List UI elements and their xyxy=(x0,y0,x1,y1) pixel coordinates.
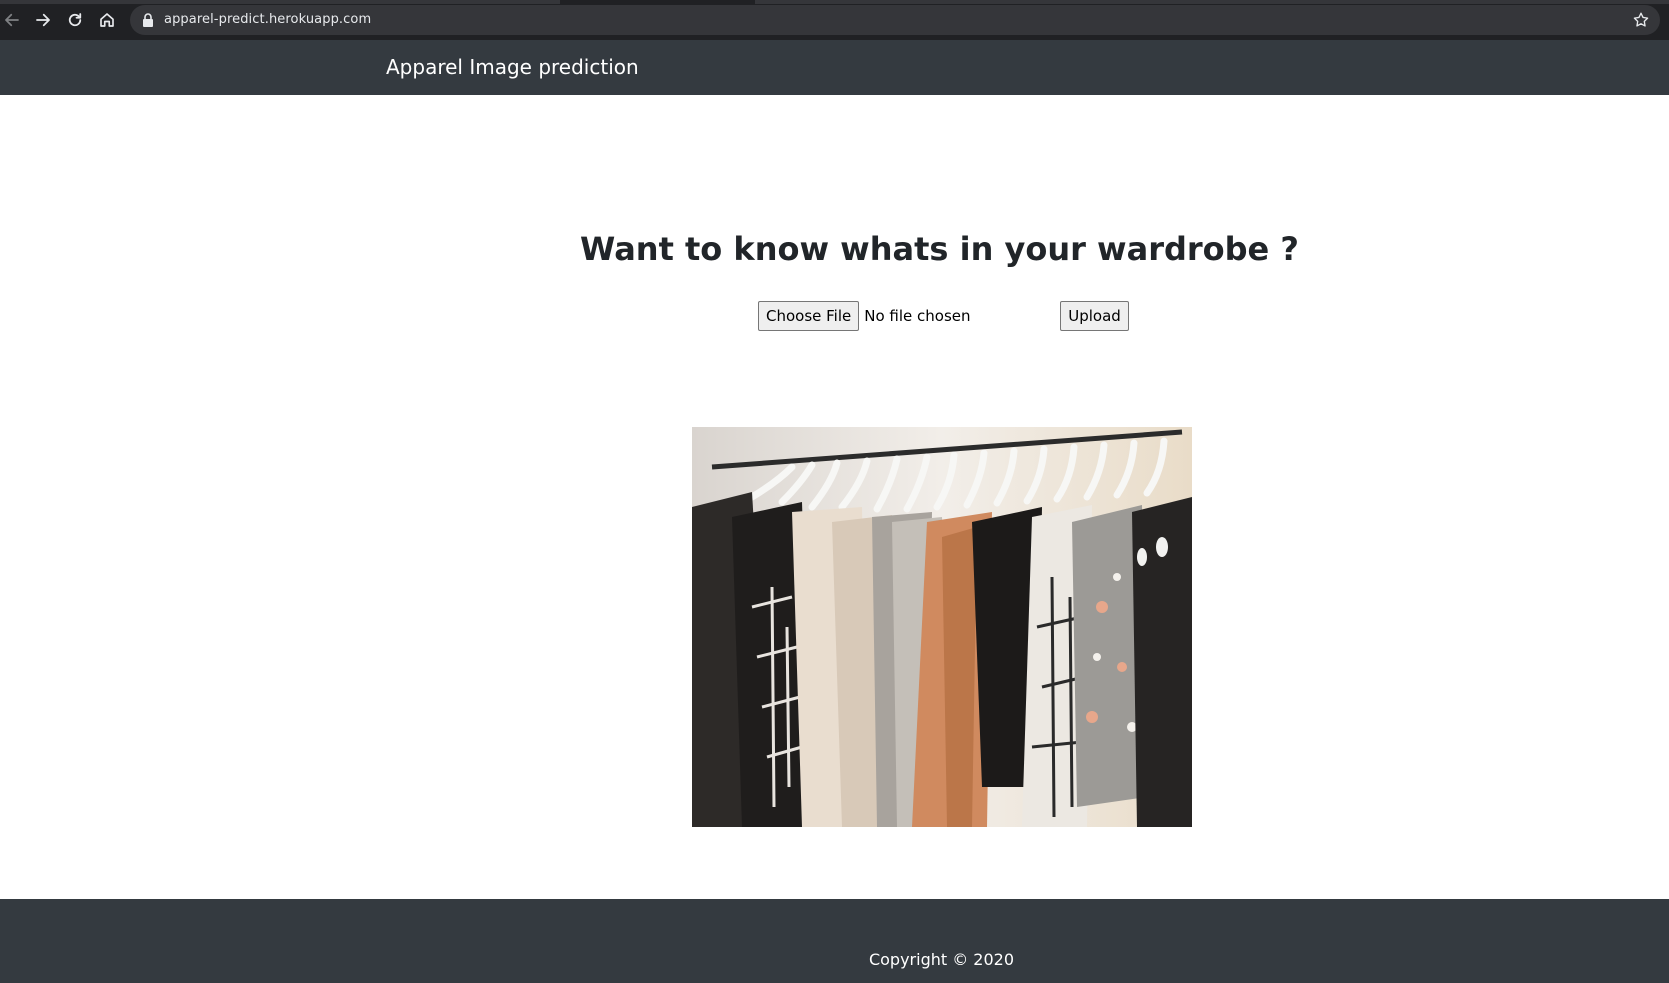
copyright-text: Copyright © 2020 xyxy=(868,950,1015,969)
site-footer: Copyright © 2020 xyxy=(0,899,1669,983)
upload-form: Choose File No file chosen Upload xyxy=(758,301,1129,331)
back-arrow-icon[interactable] xyxy=(1,9,23,31)
reload-icon[interactable] xyxy=(64,9,86,31)
home-icon[interactable] xyxy=(96,9,118,31)
clothes-rack-illustration xyxy=(692,427,1192,827)
file-status-text: No file chosen xyxy=(864,307,971,325)
address-bar[interactable]: apparel-predict.herokuapp.com xyxy=(130,5,1660,35)
choose-file-button[interactable]: Choose File xyxy=(758,301,860,331)
url-text[interactable]: apparel-predict.herokuapp.com xyxy=(164,12,371,27)
star-icon[interactable] xyxy=(1632,11,1650,29)
forward-arrow-icon[interactable] xyxy=(32,9,54,31)
navbar-brand[interactable]: Apparel Image prediction xyxy=(386,55,639,79)
tab-strip xyxy=(0,0,1669,4)
lock-icon xyxy=(143,13,153,27)
wardrobe-photo xyxy=(692,427,1192,827)
browser-toolbar: apparel-predict.herokuapp.com xyxy=(0,0,1669,40)
site-navbar: Apparel Image prediction xyxy=(0,40,1669,95)
upload-button[interactable]: Upload xyxy=(1060,301,1129,331)
page-title: Want to know whats in your wardrobe ? xyxy=(580,230,1299,268)
